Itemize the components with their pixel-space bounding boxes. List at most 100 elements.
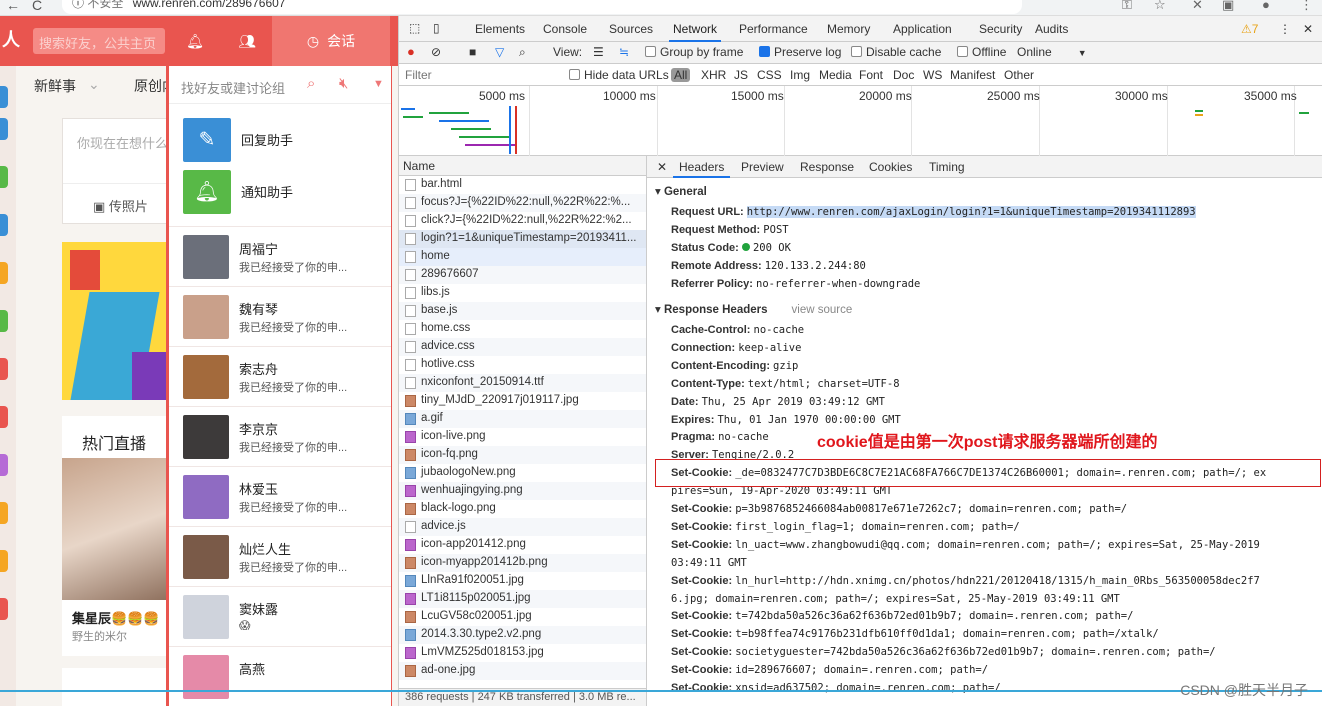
header-value[interactable]: xnsid=ad637502; domain=.renren.com; path… bbox=[735, 682, 1001, 694]
inspect-icon[interactable]: ⬚ bbox=[409, 21, 420, 35]
request-row[interactable]: advice.js bbox=[399, 518, 646, 536]
contact-item[interactable]: 灿烂人生 我已经接受了你的申... bbox=[169, 526, 391, 586]
chevron-down-icon[interactable]: ⌄ bbox=[88, 76, 100, 93]
request-row[interactable]: icon-live.png bbox=[399, 428, 646, 446]
live-streamer-name[interactable]: 集星辰🍔🍔🍔 bbox=[72, 608, 160, 627]
large-rows-icon[interactable]: ☰ bbox=[593, 45, 604, 59]
response-headers-section-header[interactable]: ▾ Response Headers view source bbox=[655, 302, 852, 316]
request-row[interactable]: click?J={%22ID%22:null,%22R%22:%2... bbox=[399, 212, 646, 230]
rail-app-icon[interactable] bbox=[0, 118, 8, 140]
reply-helper[interactable]: ✎ 回复助手 bbox=[169, 114, 391, 166]
rail-app-icon[interactable] bbox=[0, 86, 8, 108]
header-value[interactable]: no-referrer-when-downgrade bbox=[756, 278, 920, 290]
rail-app-icon[interactable] bbox=[0, 454, 8, 476]
chevron-down-icon[interactable]: ▼ bbox=[373, 78, 384, 90]
clear-icon[interactable]: ⊘ bbox=[431, 45, 441, 59]
request-row[interactable]: tiny_MJdD_220917j019117.jpg bbox=[399, 392, 646, 410]
request-row[interactable]: ad-one.jpg bbox=[399, 662, 646, 680]
request-row[interactable]: nxiconfont_20150914.ttf bbox=[399, 374, 646, 392]
type-filter-doc[interactable]: Doc bbox=[893, 68, 914, 82]
rail-app-icon[interactable] bbox=[0, 358, 8, 380]
renren-logo[interactable]: 人 bbox=[0, 26, 22, 54]
request-row[interactable]: jubaologoNew.png bbox=[399, 464, 646, 482]
search-icon[interactable]: ⌕ bbox=[307, 75, 315, 92]
type-filter-media[interactable]: Media bbox=[819, 68, 852, 82]
request-row[interactable]: home bbox=[399, 248, 646, 266]
header-value[interactable]: p=3b9876852466084ab00817e671e7262c7; dom… bbox=[735, 503, 1127, 515]
header-value[interactable]: 03:49:11 GMT bbox=[671, 557, 747, 569]
close-icon[interactable]: ✕ bbox=[1303, 22, 1313, 36]
header-value[interactable]: no-cache bbox=[718, 431, 769, 443]
type-filter-js[interactable]: JS bbox=[734, 68, 748, 82]
type-filter-manifest[interactable]: Manifest bbox=[950, 68, 995, 82]
tab-response[interactable]: Response bbox=[800, 160, 854, 174]
tab-application[interactable]: Application bbox=[893, 22, 952, 36]
header-value[interactable]: no-cache bbox=[754, 324, 805, 336]
close-icon[interactable]: ✕ bbox=[657, 160, 667, 174]
header-value[interactable]: 120.133.2.244:80 bbox=[765, 260, 866, 272]
contact-item[interactable]: 魏有琴 我已经接受了你的申... bbox=[169, 286, 391, 346]
upload-photo-button[interactable]: ▣ 传照片 bbox=[63, 183, 183, 225]
info-icon[interactable]: ⓘ bbox=[72, 0, 84, 10]
tab-elements[interactable]: Elements bbox=[475, 22, 525, 36]
type-filter-all[interactable]: All bbox=[671, 68, 691, 82]
request-row[interactable]: icon-fq.png bbox=[399, 446, 646, 464]
record-icon[interactable]: ● bbox=[407, 44, 415, 59]
header-value[interactable]: ln_uact=www.zhangbowudi@qq.com; domain=r… bbox=[735, 539, 1260, 551]
disable-cache-checkbox[interactable]: Disable cache bbox=[851, 45, 941, 59]
menu-icon[interactable]: ⋮ bbox=[1300, 0, 1313, 13]
request-row[interactable]: LmVMZ525d018153.jpg bbox=[399, 644, 646, 662]
header-value[interactable]: first_login_flag=1; domain=renren.com; p… bbox=[735, 521, 1019, 533]
general-section-header[interactable]: ▾ General bbox=[655, 184, 707, 198]
request-row[interactable]: LlnRa91f020051.jpg bbox=[399, 572, 646, 590]
subnav-item-news[interactable]: 新鲜事 bbox=[34, 76, 76, 96]
warning-count[interactable]: ⚠7 bbox=[1241, 22, 1258, 36]
request-row[interactable]: hotlive.css bbox=[399, 356, 646, 374]
header-value[interactable]: Thu, 01 Jan 1970 00:00:00 GMT bbox=[717, 414, 900, 426]
request-row[interactable]: a.gif bbox=[399, 410, 646, 428]
tab-headers[interactable]: Headers bbox=[672, 160, 731, 178]
tab-memory[interactable]: Memory bbox=[827, 22, 870, 36]
rail-app-icon[interactable] bbox=[0, 166, 8, 188]
contact-item[interactable]: 林爱玉 我已经接受了你的申... bbox=[169, 466, 391, 526]
status-composer[interactable]: 你现在在想什么 ▣ 传照片 bbox=[62, 118, 183, 225]
rail-app-icon[interactable] bbox=[0, 598, 8, 620]
preserve-log-checkbox[interactable]: Preserve log bbox=[759, 45, 841, 59]
contact-item[interactable]: 窦妹露 😱 bbox=[169, 586, 391, 646]
request-row[interactable]: home.css bbox=[399, 320, 646, 338]
request-row[interactable]: bar.html bbox=[399, 176, 646, 194]
key-icon[interactable]: ⚿ bbox=[1122, 0, 1132, 13]
header-value[interactable]: t=742bda50a526c36a62f636b72ed01b9b7; dom… bbox=[735, 610, 1133, 622]
header-value[interactable]: ln_hurl=http://hdn.xnimg.cn/photos/hdn22… bbox=[735, 575, 1260, 587]
extension-icon-2[interactable]: ▣ bbox=[1222, 0, 1234, 13]
rail-app-icon[interactable] bbox=[0, 550, 8, 572]
request-row[interactable]: libs.js bbox=[399, 284, 646, 302]
back-icon[interactable]: ← bbox=[6, 0, 20, 13]
header-value[interactable]: t=b98ffea74c9176b231dfb610ff0d1da1; doma… bbox=[735, 628, 1159, 640]
request-row[interactable]: 289676607 bbox=[399, 266, 646, 284]
type-filter-ws[interactable]: WS bbox=[923, 68, 942, 82]
tab-console[interactable]: Console bbox=[543, 22, 587, 36]
throttling-select[interactable]: Online ▼ bbox=[1017, 45, 1087, 59]
live-thumbnail[interactable] bbox=[62, 458, 182, 600]
view-source-link[interactable]: view source bbox=[792, 304, 853, 316]
screenshot-icon[interactable]: ■ bbox=[469, 45, 476, 59]
header-value[interactable]: societyguester=742bda50a526c36a62f636b72… bbox=[735, 646, 1215, 658]
network-overview-timeline[interactable]: 5000 ms 10000 ms 15000 ms 20000 ms 25000… bbox=[399, 86, 1322, 156]
request-row[interactable]: wenhuajingying.png bbox=[399, 482, 646, 500]
tab-network[interactable]: Network bbox=[668, 22, 722, 42]
reload-icon[interactable]: C bbox=[32, 0, 42, 13]
header-value[interactable]: keep-alive bbox=[738, 342, 801, 354]
tab-audits[interactable]: Audits bbox=[1035, 22, 1068, 36]
rail-app-icon[interactable] bbox=[0, 310, 8, 332]
header-value[interactable]: http://www.renren.com/ajaxLogin/login?1=… bbox=[746, 206, 1196, 218]
tab-preview[interactable]: Preview bbox=[741, 160, 784, 174]
tab-security[interactable]: Security bbox=[979, 22, 1022, 36]
tab-cookies[interactable]: Cookies bbox=[869, 160, 912, 174]
rail-app-icon[interactable] bbox=[0, 214, 8, 236]
filter-icon[interactable]: ▽ bbox=[495, 45, 504, 59]
filter-input[interactable] bbox=[401, 66, 557, 83]
tab-timing[interactable]: Timing bbox=[929, 160, 965, 174]
type-filter-img[interactable]: Img bbox=[790, 68, 810, 82]
notify-helper[interactable]: 🔔︎ 通知助手 bbox=[169, 166, 391, 218]
